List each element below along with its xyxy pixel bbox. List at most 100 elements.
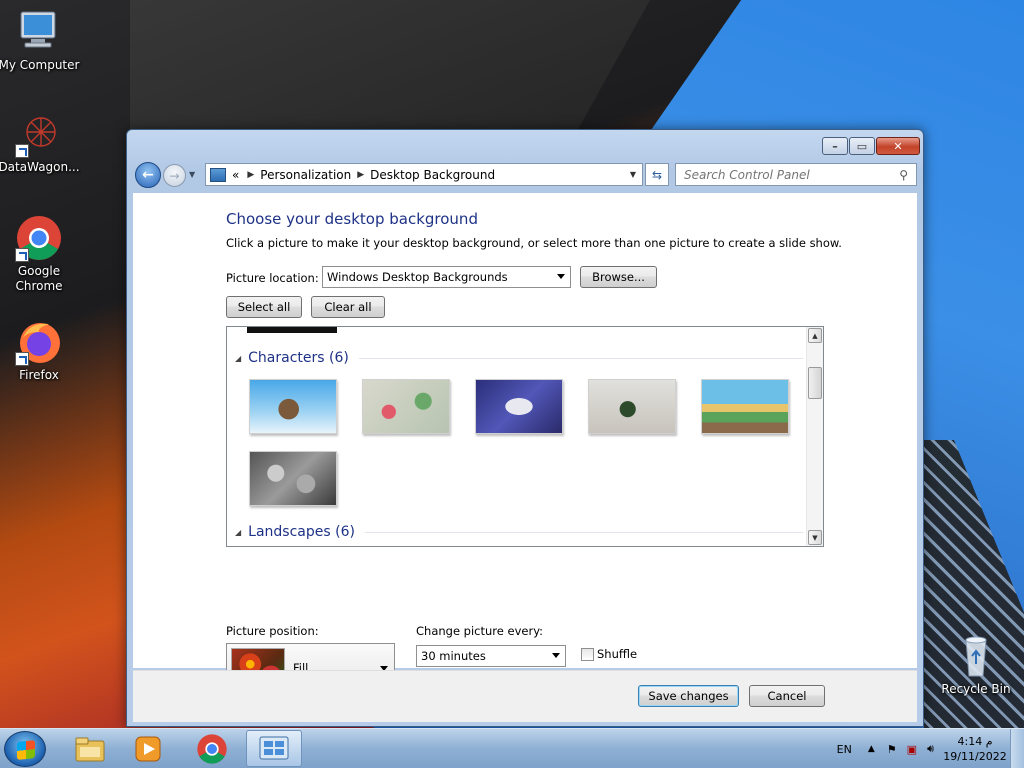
browse-button[interactable]: Browse... xyxy=(580,266,657,288)
control-panel-icon xyxy=(259,736,289,759)
back-button[interactable]: ← xyxy=(135,162,161,188)
wallpaper-thumbnail[interactable] xyxy=(475,379,563,434)
clock-time: 4:14 م xyxy=(957,735,993,748)
group-header-characters[interactable]: ◢ Characters (6) xyxy=(235,350,803,366)
caption-buttons: – ▭ ✕ xyxy=(822,137,920,155)
page-description: Click a picture to make it your desktop … xyxy=(226,236,842,250)
breadcrumb-separator-icon: ▶ xyxy=(357,169,365,180)
content-pane: Choose your desktop background Click a p… xyxy=(133,193,917,693)
media-player-icon xyxy=(135,736,161,761)
clear-all-button[interactable]: Clear all xyxy=(311,296,385,318)
wallpaper-gallery: ◢ Characters (6) ◢ Landscapes (6) ▲ ▼ xyxy=(226,326,824,547)
shuffle-checkbox[interactable] xyxy=(581,648,594,661)
minimize-icon: – xyxy=(832,139,838,153)
group-title: Landscapes (6) xyxy=(248,524,355,540)
change-every-label: Change picture every: xyxy=(416,624,544,638)
desktop-icon-label: My Computer xyxy=(0,58,80,72)
chrome-icon xyxy=(197,733,227,764)
search-icon[interactable]: ⚲ xyxy=(899,168,908,182)
scroll-down-button[interactable]: ▼ xyxy=(808,530,822,545)
cancel-button[interactable]: Cancel xyxy=(749,685,825,707)
collapse-triangle-icon[interactable]: ◢ xyxy=(235,528,241,537)
show-desktop-button[interactable] xyxy=(1010,729,1024,768)
change-every-select[interactable]: 30 minutes xyxy=(416,645,566,667)
recycle-bin-icon xyxy=(952,632,1000,680)
action-center-icon[interactable]: ⚑ xyxy=(887,743,897,756)
network-icon[interactable]: ▣ xyxy=(907,743,917,756)
desktop-icon-recycle-bin[interactable]: Recycle Bin xyxy=(934,632,1018,697)
scroll-up-button[interactable]: ▲ xyxy=(808,328,822,343)
refresh-button[interactable]: ⇆ xyxy=(645,163,669,186)
change-every-value: 30 minutes xyxy=(421,649,486,663)
taskbar: EN ▲ ⚑ ▣ 🔊︎ 4:14 م 19/11/2022 xyxy=(0,728,1024,768)
chevron-down-icon: ▼ xyxy=(812,533,818,542)
wallpaper-thumbnail[interactable] xyxy=(362,379,450,434)
desktop-icon-label: Google Chrome xyxy=(15,264,63,293)
taskbar-control-panel[interactable] xyxy=(246,730,302,767)
desktop-icon-datawagon[interactable]: DataWagon... xyxy=(0,110,81,175)
picture-position-label: Picture position: xyxy=(226,624,319,638)
collapse-triangle-icon[interactable]: ◢ xyxy=(235,354,241,363)
address-bar[interactable]: « ▶ Personalization ▶ Desktop Background… xyxy=(205,163,643,186)
clock[interactable]: 4:14 م 19/11/2022 xyxy=(940,734,1010,764)
breadcrumb-overflow[interactable]: « xyxy=(232,168,239,182)
control-panel-icon xyxy=(210,167,226,182)
taskbar-explorer[interactable] xyxy=(62,730,118,767)
wallpaper-thumbnail[interactable] xyxy=(701,379,789,434)
taskbar-chrome[interactable] xyxy=(184,730,240,767)
breadcrumb-separator-icon: ▶ xyxy=(247,169,255,180)
maximize-icon: ▭ xyxy=(856,139,868,153)
desktop-icon-my-computer[interactable]: My Computer xyxy=(0,8,81,73)
picture-location-select[interactable]: Windows Desktop Backgrounds xyxy=(322,266,571,288)
search-input[interactable] xyxy=(684,167,884,182)
show-hidden-icons-icon[interactable]: ▲ xyxy=(868,744,875,754)
windows-logo-icon xyxy=(17,740,35,760)
refresh-icon: ⇆ xyxy=(651,167,663,182)
clock-date: 19/11/2022 xyxy=(943,750,1007,763)
chevron-up-icon: ▲ xyxy=(812,331,818,340)
system-tray: EN ▲ ⚑ ▣ 🔊︎ 4:14 م 19/11/2022 xyxy=(837,729,1024,768)
desktop-icon-google-chrome[interactable]: Google Chrome xyxy=(0,214,81,294)
wallpaper-shadow xyxy=(130,0,650,140)
volume-icon[interactable]: 🔊︎ xyxy=(927,742,934,756)
address-dropdown-icon[interactable]: ▼ xyxy=(630,170,636,179)
desktop-icon-firefox[interactable]: Firefox xyxy=(0,318,81,383)
save-changes-button[interactable]: Save changes xyxy=(638,685,739,707)
wallpaper-thumbnail[interactable] xyxy=(249,379,337,434)
dialog-footer: Save changes Cancel xyxy=(133,670,917,722)
wallpaper-thumbnail[interactable] xyxy=(249,451,337,506)
scrollbar-thumb[interactable] xyxy=(808,367,822,399)
file-explorer-icon xyxy=(75,737,105,761)
group-header-landscapes[interactable]: ◢ Landscapes (6) xyxy=(235,524,803,540)
desktop-background-window: – ▭ ✕ ← → ▼ « ▶ Personalization ▶ Deskto… xyxy=(126,129,924,727)
shuffle-label[interactable]: Shuffle xyxy=(597,647,637,661)
taskbar-media-player[interactable] xyxy=(120,730,176,767)
picture-location-label: Picture location: xyxy=(226,271,319,285)
language-indicator[interactable]: EN xyxy=(837,743,852,756)
desktop-icon-label: Firefox xyxy=(19,368,59,382)
close-icon: ✕ xyxy=(893,139,903,153)
picture-location-value: Windows Desktop Backgrounds xyxy=(327,270,508,284)
shortcut-arrow-icon xyxy=(15,248,29,262)
recent-pages-dropdown[interactable]: ▼ xyxy=(189,170,195,179)
select-all-button[interactable]: Select all xyxy=(226,296,302,318)
start-button[interactable] xyxy=(4,731,46,767)
page-title: Choose your desktop background xyxy=(226,210,478,228)
vertical-scrollbar[interactable]: ▲ ▼ xyxy=(806,327,823,546)
chevron-down-icon xyxy=(552,653,560,658)
previous-thumbnail-edge[interactable] xyxy=(247,327,337,333)
maximize-button[interactable]: ▭ xyxy=(849,137,875,155)
chevron-down-icon xyxy=(557,274,565,279)
forward-button[interactable]: → xyxy=(163,164,186,187)
close-button[interactable]: ✕ xyxy=(876,137,920,155)
breadcrumb-personalization[interactable]: Personalization xyxy=(260,168,351,182)
shortcut-arrow-icon xyxy=(15,144,29,158)
search-box[interactable]: ⚲ xyxy=(675,163,917,186)
desktop-icon-label: DataWagon... xyxy=(0,160,80,174)
wallpaper-thumbnail[interactable] xyxy=(588,379,676,434)
shortcut-arrow-icon xyxy=(15,352,29,366)
minimize-button[interactable]: – xyxy=(822,137,848,155)
group-divider xyxy=(358,357,803,359)
breadcrumb-desktop-background[interactable]: Desktop Background xyxy=(370,168,495,182)
computer-icon xyxy=(15,8,63,56)
